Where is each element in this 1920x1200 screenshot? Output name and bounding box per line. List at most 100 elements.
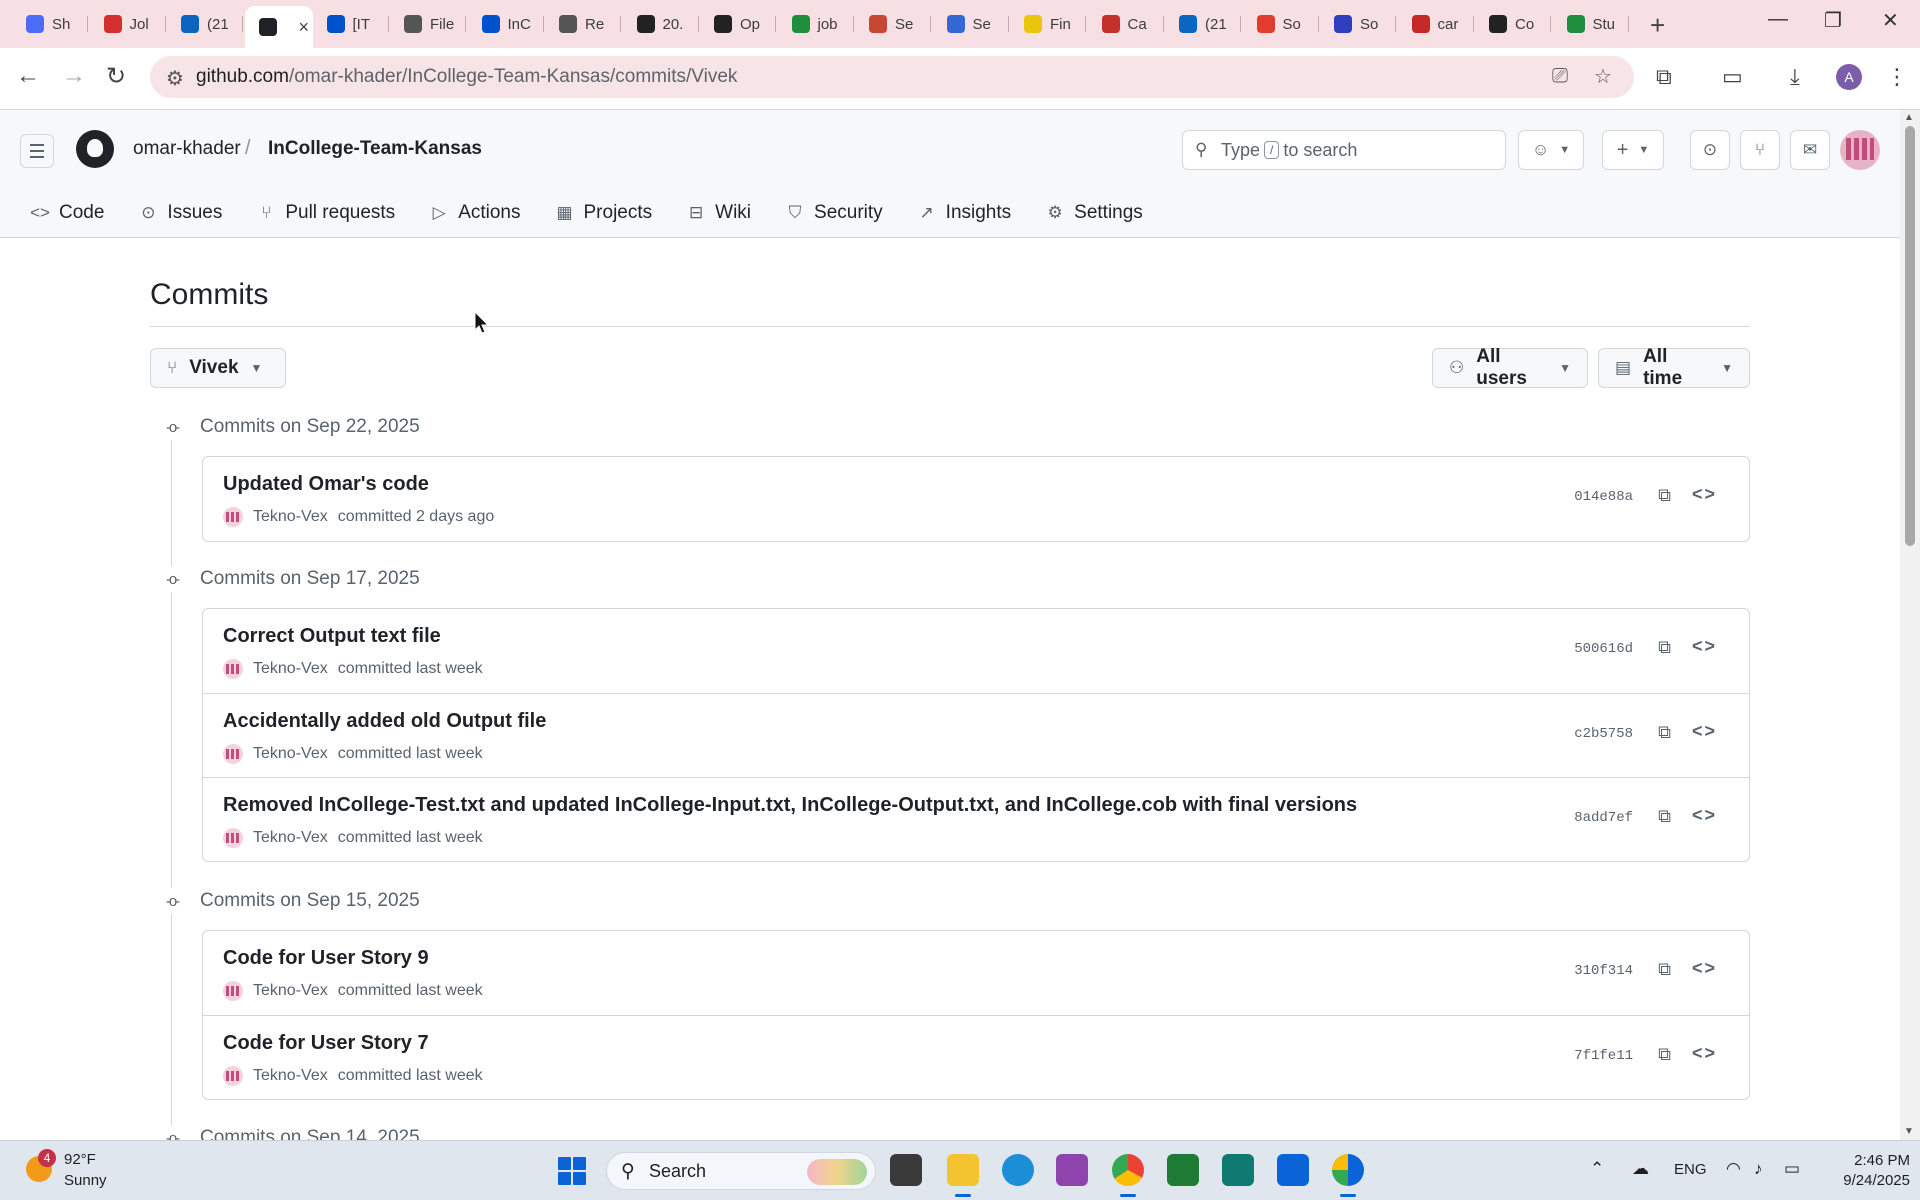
browser-tab[interactable]: Stu: [1553, 8, 1629, 40]
author-avatar[interactable]: [223, 507, 243, 527]
task-view-icon[interactable]: [890, 1154, 922, 1186]
commit-message[interactable]: Code for User Story 7: [223, 1032, 429, 1055]
repo-tab-security[interactable]: ⛉ Security: [783, 188, 897, 238]
branch-selector[interactable]: ⑂ Vivek ▼: [150, 348, 286, 388]
browser-tab[interactable]: So: [1320, 8, 1396, 40]
copy-icon[interactable]: ⧉: [1658, 485, 1671, 506]
weather-temperature[interactable]: 92°F: [64, 1151, 96, 1168]
commit-message[interactable]: Correct Output text file: [223, 625, 441, 648]
browser-tab[interactable]: Re: [545, 8, 621, 40]
commit-sha[interactable]: 8add7ef: [1574, 810, 1633, 826]
extensions-icon[interactable]: ⧉: [1656, 64, 1672, 90]
address-bar[interactable]: ⚙ github.com/omar-khader/InCollege-Team-…: [150, 56, 1634, 98]
tab-search-icon[interactable]: ▭: [1722, 64, 1743, 90]
browse-code-icon[interactable]: <>: [1692, 958, 1717, 979]
taskbar-search[interactable]: ⚲ Search: [606, 1152, 876, 1190]
commit-sha[interactable]: 014e88a: [1574, 489, 1633, 505]
hamburger-menu-icon[interactable]: [20, 134, 54, 168]
volume-icon[interactable]: ♪: [1754, 1159, 1763, 1179]
windows-start-icon[interactable]: [558, 1157, 586, 1185]
commit-author[interactable]: Tekno-Vex: [253, 745, 328, 763]
battery-icon[interactable]: ▭: [1784, 1159, 1800, 1179]
browser-tab[interactable]: Jol: [90, 8, 166, 40]
copy-icon[interactable]: ⧉: [1658, 1044, 1671, 1065]
users-filter[interactable]: ⚇ All users ▼: [1432, 346, 1588, 389]
chrome-menu-icon[interactable]: ⋮: [1886, 64, 1908, 90]
copy-icon[interactable]: ⧉: [1658, 637, 1671, 658]
bookmark-star-icon[interactable]: ☆: [1594, 64, 1612, 89]
browse-code-icon[interactable]: <>: [1692, 721, 1717, 742]
browser-tab[interactable]: ×: [244, 6, 313, 48]
create-new-button[interactable]: + ▼: [1602, 130, 1664, 170]
browser-tab[interactable]: Fin: [1010, 8, 1086, 40]
close-tab-icon[interactable]: ×: [299, 17, 310, 38]
repo-tab-projects[interactable]: ▦ Projects: [553, 188, 667, 238]
commit-author[interactable]: Tekno-Vex: [253, 1067, 328, 1085]
page-scrollbar[interactable]: ▲ ▼: [1900, 110, 1920, 1140]
copy-icon[interactable]: ⧉: [1658, 722, 1671, 743]
commit-sha[interactable]: 310f314: [1574, 963, 1633, 979]
browser-tab[interactable]: Op: [700, 8, 776, 40]
copy-icon[interactable]: ⧉: [1658, 959, 1671, 980]
visual-studio-icon[interactable]: [1056, 1154, 1088, 1186]
issues-button[interactable]: ⊙: [1690, 130, 1730, 170]
commit-author[interactable]: Tekno-Vex: [253, 508, 328, 526]
repo-tab-settings[interactable]: ⚙ Settings: [1043, 188, 1157, 238]
user-avatar[interactable]: [1840, 130, 1880, 170]
browser-tab[interactable]: 20.: [623, 8, 699, 40]
outlook-icon[interactable]: [1277, 1154, 1309, 1186]
browser-tab[interactable]: (21: [1165, 8, 1241, 40]
browser-tab[interactable]: Sh: [12, 8, 88, 40]
commit-author[interactable]: Tekno-Vex: [253, 982, 328, 1000]
browser-tab[interactable]: Se: [855, 8, 931, 40]
author-avatar[interactable]: [223, 1066, 243, 1086]
commit-message[interactable]: Removed InCollege-Test.txt and updated I…: [223, 794, 1357, 817]
edge-icon[interactable]: [1002, 1154, 1034, 1186]
browser-tab[interactable]: So: [1243, 8, 1319, 40]
commit-sha[interactable]: 500616d: [1574, 641, 1633, 657]
browser-tab[interactable]: Se: [933, 8, 1009, 40]
author-avatar[interactable]: [223, 828, 243, 848]
time-filter[interactable]: ▤ All time ▼: [1598, 346, 1750, 389]
language-indicator[interactable]: ENG: [1674, 1161, 1707, 1178]
forward-icon[interactable]: →: [62, 62, 86, 90]
usf-app-icon[interactable]: [1167, 1154, 1199, 1186]
browse-code-icon[interactable]: <>: [1692, 1043, 1717, 1064]
browser-tab[interactable]: Co: [1475, 8, 1551, 40]
browser-tab[interactable]: (21: [167, 8, 243, 40]
install-app-icon[interactable]: ⎚: [1552, 65, 1568, 88]
browser-tab[interactable]: File: [390, 8, 466, 40]
show-hidden-icons-icon[interactable]: ⌃: [1590, 1159, 1604, 1179]
copilot-button[interactable]: ☺ ▼: [1518, 130, 1584, 170]
close-window-button[interactable]: ✕: [1882, 8, 1899, 33]
author-avatar[interactable]: [223, 744, 243, 764]
copy-icon[interactable]: ⧉: [1658, 806, 1671, 827]
browser-tab[interactable]: InC: [468, 8, 544, 40]
github-logo-icon[interactable]: [76, 130, 114, 168]
downloads-icon[interactable]: ⤓: [1790, 64, 1800, 90]
cloud-icon[interactable]: ☁: [1632, 1159, 1649, 1179]
weather-condition[interactable]: Sunny: [64, 1172, 107, 1189]
repo-tab-wiki[interactable]: ⊟ Wiki: [684, 188, 765, 238]
pull-requests-button[interactable]: ⑂: [1740, 130, 1780, 170]
chrome-profile-avatar[interactable]: A: [1836, 64, 1862, 90]
site-info-icon[interactable]: ⚙: [166, 66, 184, 91]
repo-tab-code[interactable]: <> Code: [28, 188, 118, 238]
repo-tab-issues[interactable]: ⊙ Issues: [136, 188, 236, 238]
commit-sha[interactable]: c2b5758: [1574, 726, 1633, 742]
edge-dev-icon[interactable]: [1332, 1154, 1364, 1197]
browser-tab[interactable]: car: [1398, 8, 1474, 40]
author-avatar[interactable]: [223, 981, 243, 1001]
browser-tab[interactable]: [IT: [313, 8, 389, 40]
minimize-button[interactable]: —: [1768, 8, 1788, 31]
new-tab-button[interactable]: +: [1650, 10, 1665, 41]
scroll-down-icon[interactable]: ▼: [1904, 1126, 1914, 1137]
commit-message[interactable]: Accidentally added old Output file: [223, 710, 546, 733]
restore-button[interactable]: ❐: [1824, 8, 1842, 33]
file-explorer-icon[interactable]: [947, 1154, 979, 1197]
repo-tab-actions[interactable]: ▷ Actions: [427, 188, 534, 238]
repo-tab-pull-requests[interactable]: ⑂ Pull requests: [254, 188, 409, 238]
scroll-up-icon[interactable]: ▲: [1904, 112, 1914, 123]
browser-tab[interactable]: job: [778, 8, 854, 40]
wifi-icon[interactable]: ◠: [1726, 1159, 1741, 1179]
